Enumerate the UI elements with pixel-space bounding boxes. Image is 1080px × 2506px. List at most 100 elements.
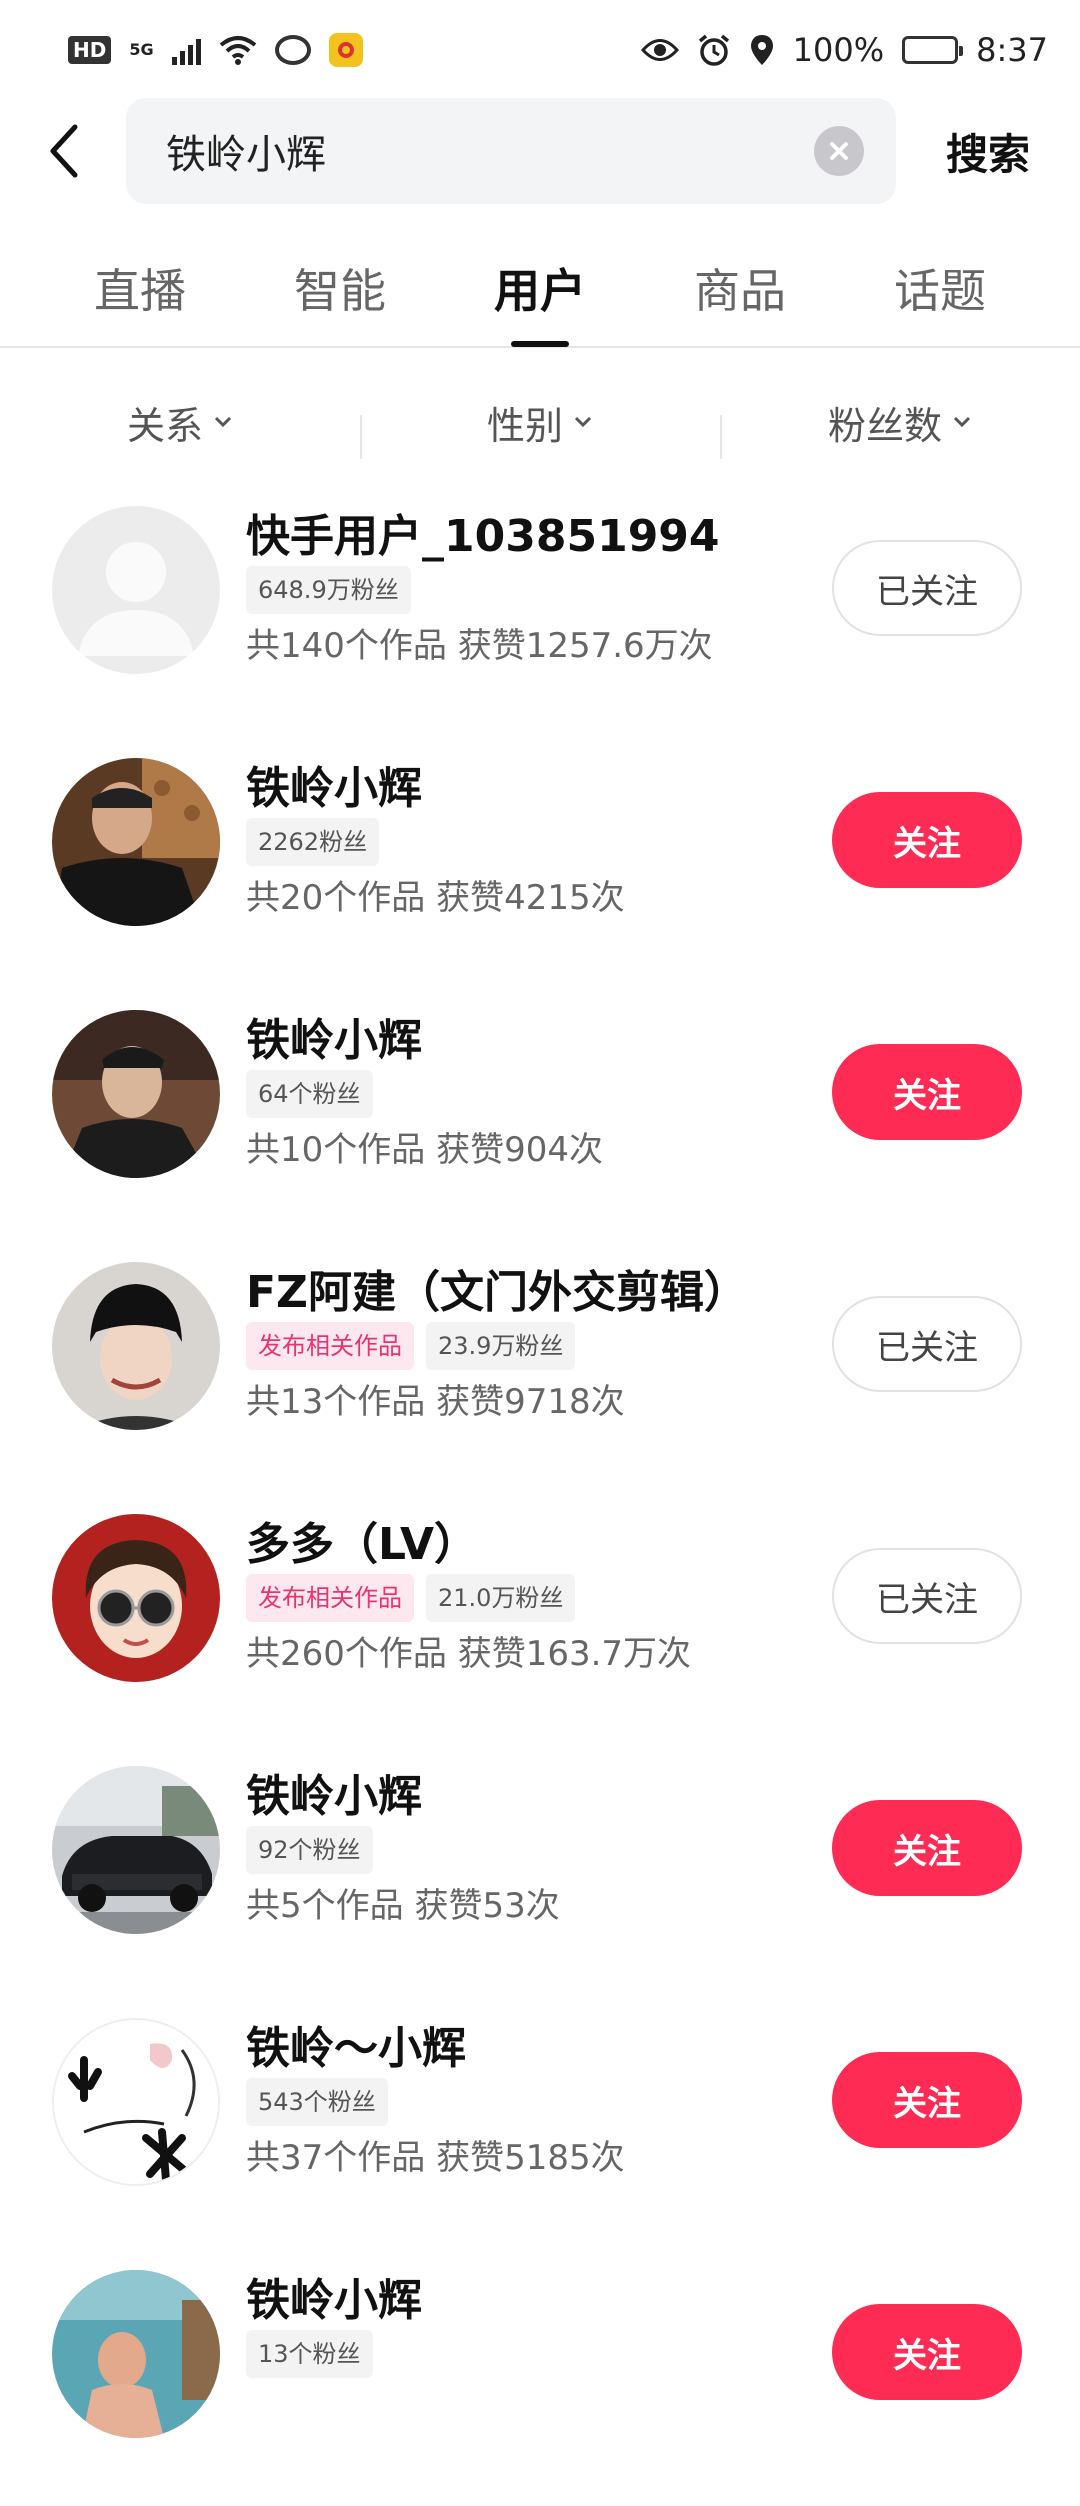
follow-button[interactable]: 关注 bbox=[832, 1800, 1022, 1896]
user-name: 铁岭小辉 bbox=[246, 2275, 422, 2326]
user-row[interactable]: 铁岭～小辉 543个粉丝 共37个作品 获赞5185次 关注 bbox=[0, 2002, 1080, 2254]
user-stats: 共20个作品 获赞4215次 bbox=[246, 878, 625, 918]
battery-percent: 100% bbox=[792, 31, 885, 69]
close-icon bbox=[830, 142, 848, 160]
filter-gender-label: 性别 bbox=[486, 403, 563, 448]
avatar[interactable] bbox=[52, 1262, 220, 1430]
avatar[interactable] bbox=[52, 1766, 220, 1934]
avatar[interactable] bbox=[52, 2270, 220, 2438]
tab-topics[interactable]: 话题 bbox=[884, 235, 996, 341]
status-bar: HD 5G 100% 8:37 bbox=[0, 0, 1080, 100]
photo-avatar bbox=[52, 1010, 220, 1178]
filter-fans[interactable]: 粉丝数 bbox=[720, 395, 1080, 459]
fans-count-tag: 21.0万粉丝 bbox=[426, 1574, 576, 1622]
follow-button[interactable]: 关注 bbox=[832, 2304, 1022, 2400]
chevron-down-icon bbox=[953, 416, 971, 428]
avatar[interactable] bbox=[52, 2018, 220, 2186]
photo-avatar bbox=[52, 1766, 220, 1934]
tab-smart[interactable]: 智能 bbox=[284, 235, 396, 341]
calligraphy-avatar bbox=[54, 2020, 218, 2184]
hd-indicator: HD bbox=[68, 36, 112, 64]
user-name: 铁岭～小辉 bbox=[246, 2023, 466, 2074]
tab-products[interactable]: 商品 bbox=[684, 235, 796, 341]
search-query-text[interactable]: 铁岭小辉 bbox=[166, 122, 814, 180]
related-works-tag: 发布相关作品 bbox=[246, 1322, 414, 1370]
battery-icon bbox=[902, 36, 964, 64]
filter-relation-label: 关系 bbox=[126, 403, 203, 448]
fans-count-tag: 23.9万粉丝 bbox=[426, 1322, 576, 1370]
filter-gender[interactable]: 性别 bbox=[360, 395, 720, 459]
location-icon bbox=[750, 35, 773, 65]
user-name: FZ阿建（文门外交剪辑） bbox=[246, 1267, 748, 1318]
search-button[interactable]: 搜索 bbox=[896, 121, 1080, 182]
fans-count-tag: 2262粉丝 bbox=[246, 818, 380, 866]
user-stats: 共260个作品 获赞163.7万次 bbox=[246, 1634, 692, 1674]
user-row[interactable]: 铁岭小辉 13个粉丝 关注 bbox=[0, 2254, 1080, 2506]
user-tags: 发布相关作品 21.0万粉丝 bbox=[246, 1574, 576, 1622]
alarm-icon bbox=[698, 34, 729, 66]
avatar[interactable] bbox=[52, 758, 220, 926]
follow-button[interactable]: 关注 bbox=[832, 2052, 1022, 2148]
user-tags: 648.9万粉丝 bbox=[246, 566, 411, 614]
follow-button[interactable]: 关注 bbox=[832, 792, 1022, 888]
user-name: 多多（LV） bbox=[246, 1519, 479, 1570]
fans-count-tag: 648.9万粉丝 bbox=[246, 566, 411, 614]
user-tags: 13个粉丝 bbox=[246, 2330, 373, 2378]
user-stats: 共140个作品 获赞1257.6万次 bbox=[246, 626, 713, 666]
filter-fans-label: 粉丝数 bbox=[827, 403, 942, 448]
followed-button[interactable]: 已关注 bbox=[832, 540, 1022, 636]
back-button[interactable] bbox=[20, 101, 110, 201]
avatar[interactable] bbox=[52, 506, 220, 674]
clock-time: 8:37 bbox=[976, 31, 1048, 69]
user-stats: 共10个作品 获赞904次 bbox=[246, 1130, 603, 1170]
search-input[interactable]: 铁岭小辉 bbox=[126, 98, 896, 204]
search-row: 铁岭小辉 搜索 bbox=[0, 96, 1080, 206]
user-row[interactable]: 快手用户_103851994 648.9万粉丝 共140个作品 获赞1257.6… bbox=[0, 490, 1080, 742]
user-name: 铁岭小辉 bbox=[246, 763, 422, 814]
photo-avatar bbox=[52, 758, 220, 926]
wifi-icon bbox=[219, 36, 256, 65]
user-row[interactable]: 多多（LV） 发布相关作品 21.0万粉丝 共260个作品 获赞163.7万次 … bbox=[0, 1498, 1080, 1750]
user-row[interactable]: 铁岭小辉 2262粉丝 共20个作品 获赞4215次 关注 bbox=[0, 742, 1080, 994]
fans-count-tag: 64个粉丝 bbox=[246, 1070, 373, 1118]
followed-button[interactable]: 已关注 bbox=[832, 1296, 1022, 1392]
related-works-tag: 发布相关作品 bbox=[246, 1574, 414, 1622]
clear-search-button[interactable] bbox=[814, 126, 864, 176]
follow-button[interactable]: 关注 bbox=[832, 1044, 1022, 1140]
fans-count-tag: 92个粉丝 bbox=[246, 1826, 373, 1874]
user-tags: 64个粉丝 bbox=[246, 1070, 373, 1118]
weibo-icon bbox=[274, 35, 311, 65]
user-row[interactable]: FZ阿建（文门外交剪辑） 发布相关作品 23.9万粉丝 共13个作品 获赞971… bbox=[0, 1246, 1080, 1498]
user-name: 铁岭小辉 bbox=[246, 1015, 422, 1066]
user-stats: 共13个作品 获赞9718次 bbox=[246, 1382, 625, 1422]
category-tabs: 直播 智能 用户 商品 话题 bbox=[0, 230, 1080, 348]
user-stats: 共37个作品 获赞5185次 bbox=[246, 2138, 625, 2178]
tab-live[interactable]: 直播 bbox=[84, 235, 196, 341]
app-notification-icon bbox=[328, 33, 363, 67]
followed-button[interactable]: 已关注 bbox=[832, 1548, 1022, 1644]
filter-relation[interactable]: 关系 bbox=[0, 395, 360, 450]
user-list: 快手用户_103851994 648.9万粉丝 共140个作品 获赞1257.6… bbox=[0, 490, 1080, 2506]
chevron-down-icon bbox=[574, 416, 592, 428]
status-left: HD 5G bbox=[68, 33, 363, 67]
user-tags: 2262粉丝 bbox=[246, 818, 380, 866]
photo-avatar bbox=[52, 1262, 220, 1430]
user-row[interactable]: 铁岭小辉 92个粉丝 共5个作品 获赞53次 关注 bbox=[0, 1750, 1080, 2002]
avatar[interactable] bbox=[52, 1514, 220, 1682]
user-tags: 发布相关作品 23.9万粉丝 bbox=[246, 1322, 576, 1370]
cartoon-avatar bbox=[52, 1514, 220, 1682]
default-avatar-icon bbox=[54, 508, 218, 672]
avatar[interactable] bbox=[52, 1010, 220, 1178]
back-arrow-icon bbox=[50, 124, 78, 178]
fans-count-tag: 13个粉丝 bbox=[246, 2330, 373, 2378]
tab-users[interactable]: 用户 bbox=[484, 235, 596, 341]
chevron-down-icon bbox=[214, 416, 232, 428]
user-row[interactable]: 铁岭小辉 64个粉丝 共10个作品 获赞904次 关注 bbox=[0, 994, 1080, 1246]
user-tags: 543个粉丝 bbox=[246, 2078, 388, 2126]
user-stats: 共5个作品 获赞53次 bbox=[246, 1886, 560, 1926]
status-right: 100% 8:37 bbox=[640, 31, 1048, 69]
user-tags: 92个粉丝 bbox=[246, 1826, 373, 1874]
fans-count-tag: 543个粉丝 bbox=[246, 2078, 388, 2126]
photo-avatar bbox=[52, 2270, 220, 2438]
filter-bar: 关系 性别 粉丝数 bbox=[0, 370, 1080, 474]
